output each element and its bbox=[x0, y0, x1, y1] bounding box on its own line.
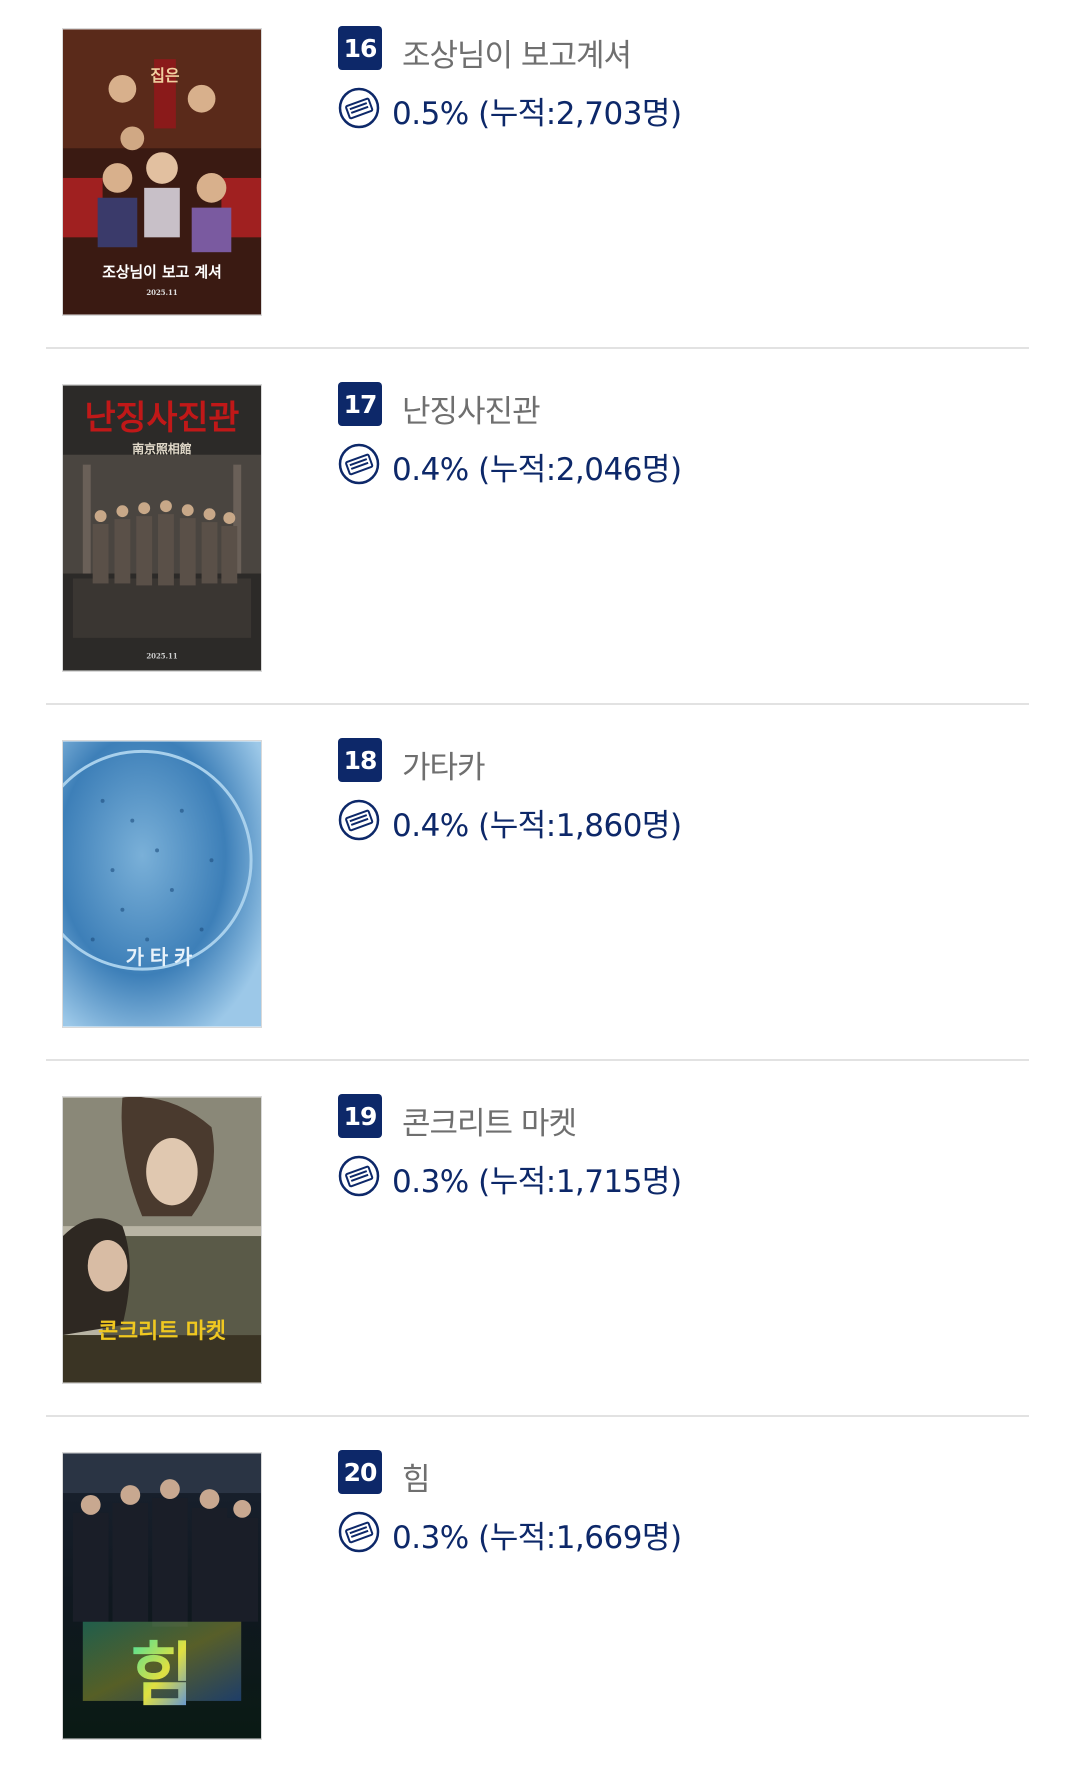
audience-stat: 0.3% (누적:1,669명) bbox=[392, 1520, 682, 1556]
rank-badge: 20 bbox=[338, 1450, 382, 1494]
poster-image: 난징사진관 南京照相館 2025.11 bbox=[63, 385, 261, 671]
movie-poster[interactable]: 집은 조상님이 보고 계셔 2025.11 bbox=[62, 28, 262, 316]
movie-title[interactable]: 가타카 bbox=[402, 742, 486, 787]
audience-stat: 0.5% (누적:2,703명) bbox=[392, 96, 682, 132]
poster-image: 가타카 bbox=[63, 741, 261, 1027]
poster-lettering: 조상님이 보고 계셔 bbox=[102, 263, 222, 281]
poster-lettering: 가타카 bbox=[126, 945, 198, 969]
poster-image: 집은 조상님이 보고 계셔 2025.11 bbox=[63, 29, 261, 315]
movie-poster[interactable]: 힘 bbox=[62, 1452, 262, 1740]
movie-poster[interactable]: 가타카 bbox=[62, 740, 262, 1028]
movie-title[interactable]: 조상님이 보고계셔 bbox=[402, 30, 632, 75]
movie-item-19[interactable]: 콘크리트 마켓 19 콘크리트 마켓 0.3% (누적:1,715명) bbox=[0, 1068, 1079, 1424]
movie-item-17[interactable]: 난징사진관 南京照相館 2025.11 17 난징사진관 0.4% (누적:2,… bbox=[0, 356, 1079, 712]
poster-lettering: 南京照相館 bbox=[132, 442, 191, 456]
rank-badge: 18 bbox=[338, 738, 382, 782]
movie-title[interactable]: 힘 bbox=[402, 1454, 431, 1499]
ticket-icon bbox=[338, 799, 380, 841]
movie-item-18[interactable]: 가타카 18 가타카 0.4% (누적:1,860명) bbox=[0, 712, 1079, 1068]
movie-poster[interactable]: 난징사진관 南京照相館 2025.11 bbox=[62, 384, 262, 672]
ticket-icon bbox=[338, 87, 380, 129]
audience-stat: 0.4% (누적:1,860명) bbox=[392, 808, 682, 844]
ticket-icon bbox=[338, 1155, 380, 1197]
ticket-icon bbox=[338, 1511, 380, 1553]
ticket-icon bbox=[338, 443, 380, 485]
movie-item-16[interactable]: 집은 조상님이 보고 계셔 2025.11 16 조상님이 보고계셔 0.5% … bbox=[0, 0, 1079, 356]
movie-item-20[interactable]: 힘 20 힘 0.3% (누적:1,669명) bbox=[0, 1424, 1079, 1780]
poster-lettering: 집은 bbox=[150, 66, 180, 85]
movie-title[interactable]: 난징사진관 bbox=[402, 386, 541, 431]
audience-stat: 0.4% (누적:2,046명) bbox=[392, 452, 682, 488]
movie-poster[interactable]: 콘크리트 마켓 bbox=[62, 1096, 262, 1384]
audience-stat: 0.3% (누적:1,715명) bbox=[392, 1164, 682, 1200]
rank-badge: 19 bbox=[338, 1094, 382, 1138]
rank-badge: 17 bbox=[338, 382, 382, 426]
divider bbox=[46, 1059, 1029, 1061]
box-office-list: 집은 조상님이 보고 계셔 2025.11 16 조상님이 보고계셔 0.5% … bbox=[0, 0, 1079, 1773]
poster-lettering: 콘크리트 마켓 bbox=[98, 1319, 226, 1344]
divider bbox=[46, 347, 1029, 349]
poster-lettering: 2025.11 bbox=[146, 652, 177, 661]
poster-image: 콘크리트 마켓 bbox=[63, 1097, 261, 1383]
divider bbox=[46, 703, 1029, 705]
poster-lettering: 2025.11 bbox=[146, 288, 177, 297]
movie-title[interactable]: 콘크리트 마켓 bbox=[402, 1098, 577, 1143]
poster-image: 힘 bbox=[63, 1453, 261, 1739]
poster-lettering: 난징사진관 bbox=[85, 397, 240, 437]
poster-lettering: 힘 bbox=[130, 1635, 194, 1716]
divider bbox=[46, 1415, 1029, 1417]
rank-badge: 16 bbox=[338, 26, 382, 70]
